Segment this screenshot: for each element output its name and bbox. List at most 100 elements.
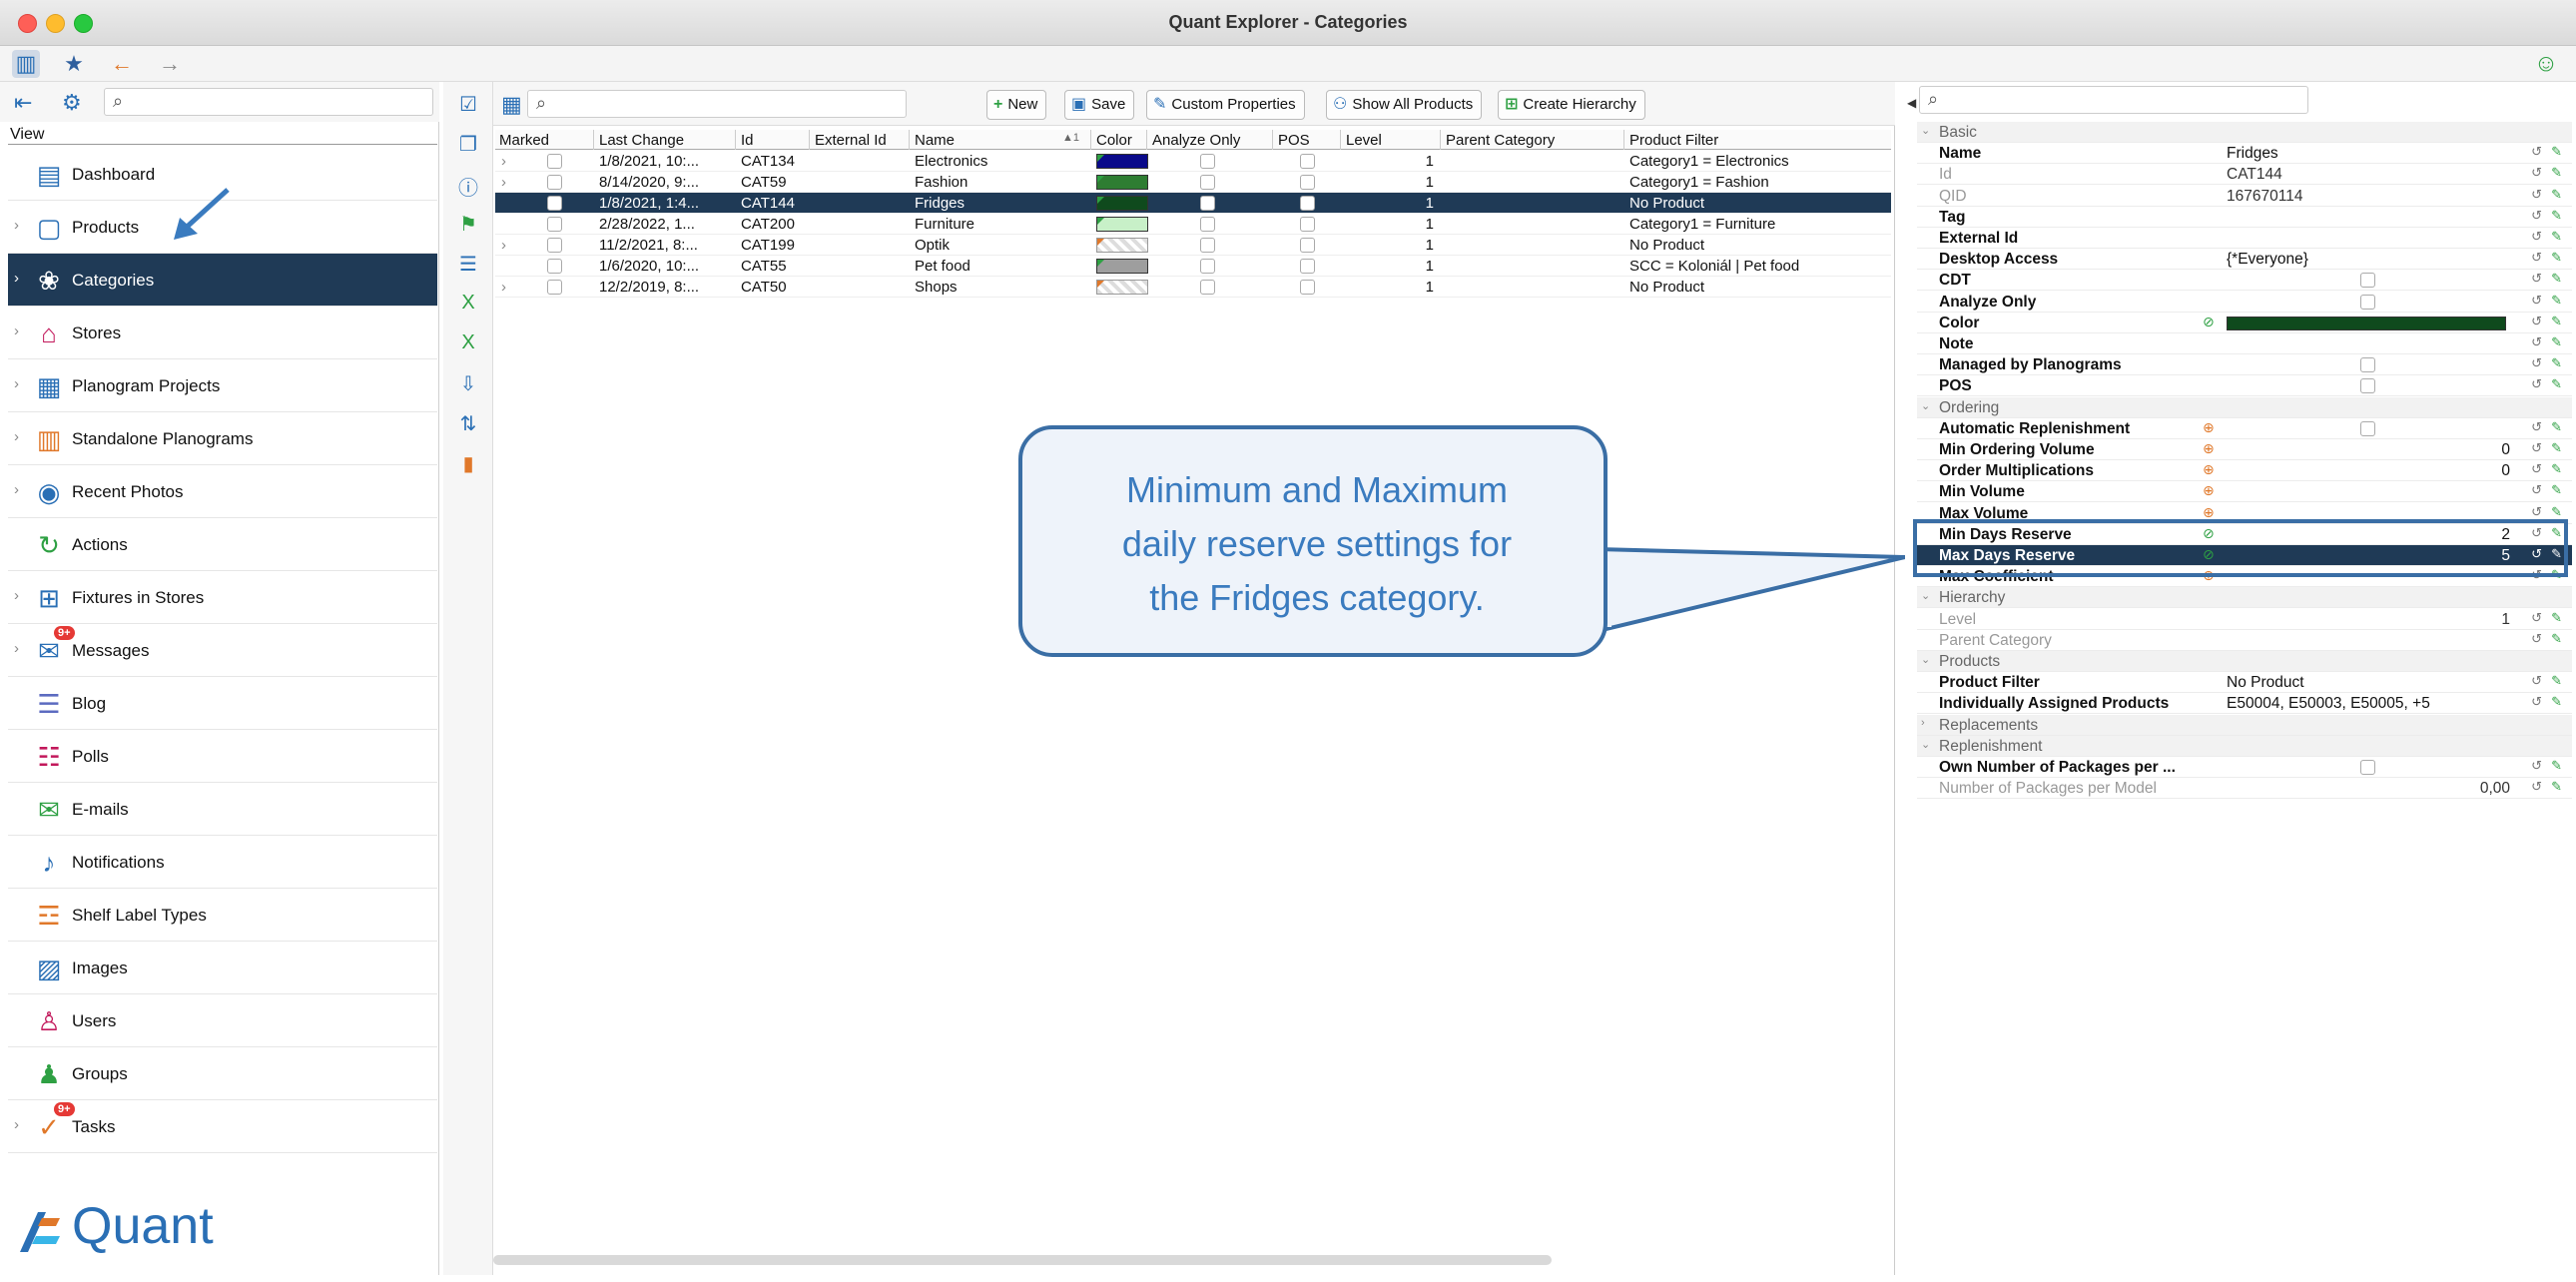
- edit-property-icon[interactable]: ✎: [2551, 271, 2562, 287]
- chevron-right-icon[interactable]: ›: [14, 587, 19, 604]
- color-swatch[interactable]: [1096, 196, 1148, 211]
- sidebar-item-users[interactable]: ♙ Users: [8, 994, 437, 1047]
- reset-icon[interactable]: ↺: [2531, 673, 2542, 689]
- inheritance-icon[interactable]: ⊕: [2203, 461, 2215, 478]
- chevron-right-icon[interactable]: ›: [14, 217, 19, 234]
- column-header-level[interactable]: Level: [1346, 132, 1382, 149]
- reset-icon[interactable]: ↺: [2531, 165, 2542, 181]
- list-icon[interactable]: ☰: [453, 252, 483, 282]
- inheritance-icon[interactable]: ⊘: [2203, 314, 2215, 330]
- sidebar-item-e-mails[interactable]: ✉ E-mails: [8, 783, 437, 836]
- sidebar-item-images[interactable]: ▨ Images: [8, 942, 437, 994]
- column-header-color[interactable]: Color: [1096, 132, 1132, 149]
- sidebar-item-tasks[interactable]: › ✓ 9+ Tasks: [8, 1100, 437, 1153]
- forward-arrow-icon[interactable]: →: [156, 50, 184, 78]
- color-swatch[interactable]: [1096, 238, 1148, 253]
- property-value[interactable]: 0: [2501, 441, 2510, 459]
- create-hierarchy-button[interactable]: ⊞ Create Hierarchy: [1498, 90, 1645, 120]
- analyze-only-checkbox[interactable]: [1200, 280, 1215, 295]
- property-section-replacements[interactable]: › Replacements: [1917, 714, 2572, 736]
- property-checkbox[interactable]: [2360, 760, 2375, 775]
- show-all-products-button[interactable]: ⚇ Show All Products: [1326, 90, 1483, 120]
- reset-icon[interactable]: ↺: [2531, 208, 2542, 224]
- chevron-down-icon[interactable]: ⌄: [1921, 589, 1930, 602]
- edit-property-icon[interactable]: ✎: [2551, 229, 2562, 245]
- chevron-right-icon[interactable]: ›: [501, 153, 506, 170]
- reset-icon[interactable]: ↺: [2531, 461, 2542, 477]
- back-arrow-icon[interactable]: ←: [108, 50, 136, 78]
- grid-search-input[interactable]: ⌕: [527, 90, 907, 118]
- column-header-marked[interactable]: Marked: [499, 132, 549, 149]
- property-value[interactable]: CAT144: [2227, 166, 2282, 184]
- chevron-right-icon[interactable]: ›: [14, 428, 19, 445]
- analyze-only-checkbox[interactable]: [1200, 196, 1215, 211]
- pos-checkbox[interactable]: [1300, 175, 1315, 190]
- marked-checkbox[interactable]: [547, 259, 562, 274]
- reset-icon[interactable]: ↺: [2531, 694, 2542, 710]
- property-row-name[interactable]: Name Fridges ↺ ✎: [1917, 143, 2572, 165]
- inheritance-icon[interactable]: ⊕: [2203, 419, 2215, 436]
- edit-property-icon[interactable]: ✎: [2551, 314, 2562, 329]
- edit-property-icon[interactable]: ✎: [2551, 758, 2562, 774]
- edit-property-icon[interactable]: ✎: [2551, 208, 2562, 224]
- property-row-note[interactable]: Note ↺ ✎: [1917, 333, 2572, 354]
- table-row[interactable]: › 12/2/2019, 8:... CAT50 Shops 1 No Product: [495, 277, 1891, 298]
- edit-property-icon[interactable]: ✎: [2551, 334, 2562, 350]
- property-value[interactable]: E50004, E50003, E50005, +5: [2227, 695, 2430, 713]
- sidebar-settings-icon[interactable]: ⚙: [62, 90, 82, 116]
- analyze-only-checkbox[interactable]: [1200, 154, 1215, 169]
- table-settings-icon[interactable]: ▦: [501, 92, 522, 118]
- pos-checkbox[interactable]: [1300, 196, 1315, 211]
- property-row-own-number-of-packages-per-[interactable]: Own Number of Packages per ... ↺ ✎: [1917, 757, 2572, 778]
- sidebar-item-shelf-label-types[interactable]: ☲ Shelf Label Types: [8, 889, 437, 942]
- property-row-parent-category[interactable]: Parent Category ↺ ✎: [1917, 630, 2572, 651]
- sidebar-item-fixtures-in-stores[interactable]: › ⊞ Fixtures in Stores: [8, 571, 437, 624]
- reset-icon[interactable]: ↺: [2531, 271, 2542, 287]
- info-icon[interactable]: ⓘ: [453, 172, 483, 202]
- property-section-replenishment[interactable]: ⌄ Replenishment: [1917, 735, 2572, 757]
- save-button[interactable]: ▣ Save: [1064, 90, 1135, 120]
- pos-checkbox[interactable]: [1300, 217, 1315, 232]
- property-row-desktop-access[interactable]: Desktop Access {*Everyone} ↺ ✎: [1917, 249, 2572, 271]
- property-row-number-of-packages-per-model[interactable]: Number of Packages per Model 0,00 ↺ ✎: [1917, 778, 2572, 800]
- property-row-level[interactable]: Level 1 ↺ ✎: [1917, 609, 2572, 630]
- chevron-right-icon[interactable]: ›: [14, 1116, 19, 1133]
- property-row-min-volume[interactable]: Min Volume ⊕ ↺ ✎: [1917, 481, 2572, 503]
- import-excel-icon[interactable]: X: [453, 331, 483, 361]
- color-swatch[interactable]: [1096, 280, 1148, 295]
- sidebar-item-notifications[interactable]: ♪ Notifications: [8, 836, 437, 889]
- color-swatch[interactable]: [1096, 259, 1148, 274]
- chevron-right-icon[interactable]: ›: [14, 481, 19, 498]
- column-header-product-filter[interactable]: Product Filter: [1629, 132, 1718, 149]
- property-section-basic[interactable]: ⌄ Basic: [1917, 122, 2572, 143]
- property-row-managed-by-planograms[interactable]: Managed by Planograms ↺ ✎: [1917, 354, 2572, 376]
- table-row[interactable]: 1/6/2020, 10:... CAT55 Pet food 1 SCC = Kolo…: [495, 256, 1891, 277]
- flag-icon[interactable]: ⚑: [453, 212, 483, 242]
- sort-icon[interactable]: ⇅: [453, 411, 483, 441]
- sidebar-item-actions[interactable]: ↻ Actions: [8, 518, 437, 571]
- table-row[interactable]: › 11/2/2021, 8:... CAT199 Optik 1 No Product: [495, 235, 1891, 256]
- inheritance-icon[interactable]: ⊕: [2203, 482, 2215, 499]
- analyze-only-checkbox[interactable]: [1200, 175, 1215, 190]
- sidebar-item-standalone-planograms[interactable]: › ▥ Standalone Planograms: [8, 412, 437, 465]
- column-header-external-id[interactable]: External Id: [815, 132, 887, 149]
- property-checkbox[interactable]: [2360, 420, 2375, 436]
- column-header-id[interactable]: Id: [741, 132, 754, 149]
- property-value[interactable]: 167670114: [2227, 188, 2302, 206]
- favorites-star-icon[interactable]: ★: [60, 50, 88, 78]
- reset-icon[interactable]: ↺: [2531, 314, 2542, 329]
- edit-property-icon[interactable]: ✎: [2551, 694, 2562, 710]
- chevron-down-icon[interactable]: ⌄: [1921, 124, 1930, 137]
- property-row-color[interactable]: Color ⊘ ↺ ✎: [1917, 313, 2572, 333]
- analyze-only-checkbox[interactable]: [1200, 217, 1215, 232]
- horizontal-scrollbar[interactable]: [493, 1255, 1552, 1265]
- copy-icon[interactable]: ❐: [453, 132, 483, 162]
- inheritance-icon[interactable]: ⊕: [2203, 440, 2215, 457]
- marked-checkbox[interactable]: [547, 280, 562, 295]
- chevron-right-icon[interactable]: ›: [501, 279, 506, 296]
- chart-icon[interactable]: ▮: [453, 451, 483, 481]
- reset-icon[interactable]: ↺: [2531, 610, 2542, 626]
- property-row-tag[interactable]: Tag ↺ ✎: [1917, 207, 2572, 228]
- reset-icon[interactable]: ↺: [2531, 758, 2542, 774]
- edit-property-icon[interactable]: ✎: [2551, 504, 2562, 520]
